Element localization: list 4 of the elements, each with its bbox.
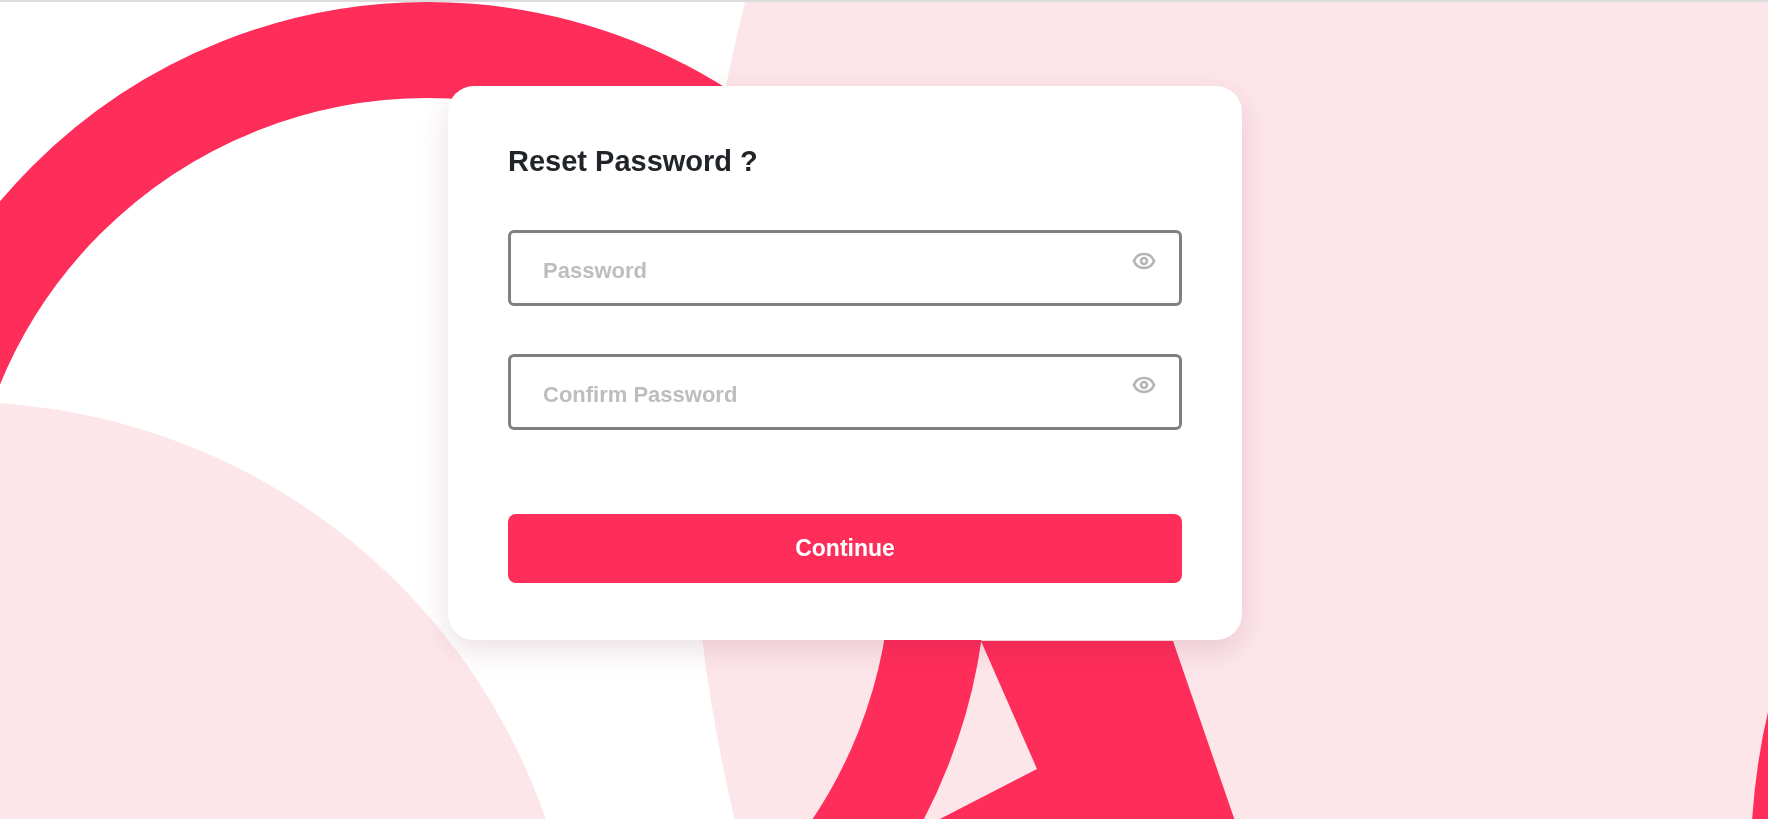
continue-button[interactable]: Continue	[508, 514, 1182, 583]
password-field[interactable]: Password	[508, 230, 1182, 306]
card-title: Reset Password ?	[508, 145, 759, 178]
password-field[interactable]: Confirm Password	[508, 354, 1182, 430]
